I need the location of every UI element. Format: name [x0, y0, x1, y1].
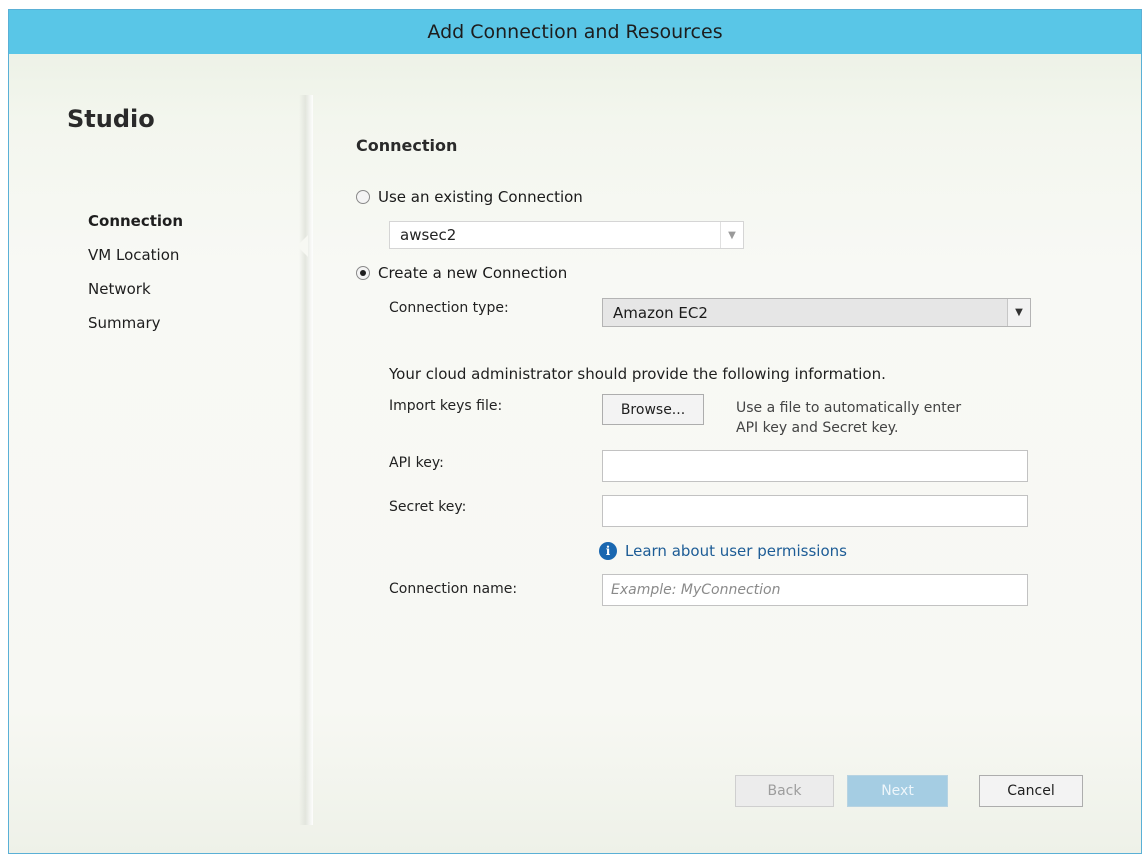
connection-name-label: Connection name: — [389, 581, 518, 597]
cancel-button[interactable]: Cancel — [979, 775, 1083, 807]
create-new-label: Create a new Connection — [378, 264, 568, 282]
next-button[interactable]: Next — [847, 775, 948, 807]
back-button[interactable]: Back — [735, 775, 834, 807]
permissions-link[interactable]: i Learn about user permissions — [599, 542, 847, 560]
import-keys-label: Import keys file: — [389, 398, 503, 414]
connection-type-dropdown[interactable]: Amazon EC2 ▼ — [602, 298, 1031, 327]
api-key-label: API key: — [389, 455, 444, 471]
use-existing-option[interactable]: Use an existing Connection — [356, 188, 583, 206]
existing-connection-dropdown[interactable]: awsec2 ▼ — [389, 221, 744, 249]
info-icon: i — [599, 542, 617, 560]
secret-key-label: Secret key: — [389, 499, 467, 515]
create-new-option[interactable]: Create a new Connection — [356, 264, 567, 282]
connection-type-label: Connection type: — [389, 300, 509, 316]
browse-button[interactable]: Browse... — [602, 394, 704, 425]
connection-name-field[interactable] — [602, 574, 1028, 606]
use-existing-label: Use an existing Connection — [378, 188, 583, 206]
create-new-radio[interactable] — [356, 266, 370, 280]
wizard-window: Add Connection and Resources Studio Conn… — [8, 9, 1142, 854]
secret-key-field[interactable] — [602, 495, 1028, 527]
use-existing-radio[interactable] — [356, 190, 370, 204]
import-keys-hint-line1: Use a file to automatically enter — [736, 400, 962, 416]
chevron-down-icon: ▼ — [1007, 299, 1030, 326]
existing-connection-value: awsec2 — [400, 226, 457, 244]
import-keys-hint: Use a file to automatically enter API ke… — [736, 398, 961, 438]
admin-info-text: Your cloud administrator should provide … — [389, 365, 886, 383]
section-title: Connection — [356, 136, 458, 155]
import-keys-hint-line2: API key and Secret key. — [736, 420, 899, 436]
permissions-link-text[interactable]: Learn about user permissions — [625, 542, 847, 560]
main-panel: Connection Use an existing Connection aw… — [9, 10, 1141, 853]
connection-type-value: Amazon EC2 — [613, 303, 708, 322]
api-key-field[interactable] — [602, 450, 1028, 482]
chevron-down-icon: ▼ — [720, 222, 743, 248]
